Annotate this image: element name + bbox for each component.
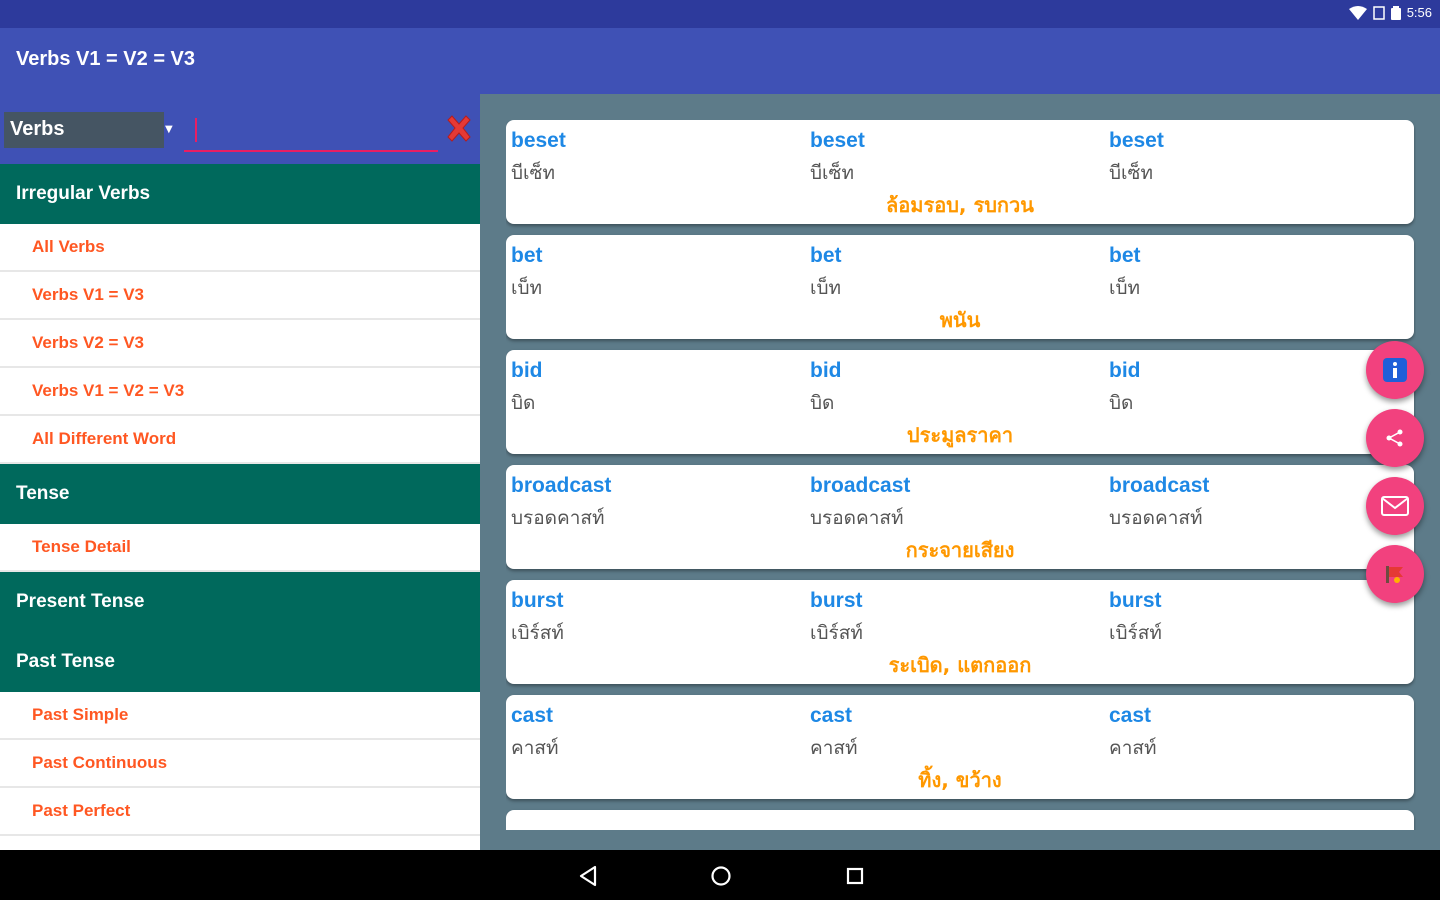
verb-card[interactable]: burst เบิร์สท์ burst เบิร์สท์ burst เบิร์สท… — [506, 580, 1414, 684]
category-select[interactable]: Verbs — [4, 112, 164, 148]
verb-card[interactable]: broadcast บรอดคาสท์ broadcast บรอดคาสท์ br… — [506, 465, 1414, 569]
recents-icon — [846, 867, 864, 885]
share-icon — [1386, 429, 1403, 447]
reading-v2: บิด — [810, 392, 835, 414]
reading-v1: บีเซ็ท — [511, 162, 555, 184]
verb-v3: beset — [1109, 129, 1164, 152]
reading-v1: เบ็ท — [511, 277, 543, 299]
wifi-icon — [1348, 5, 1367, 20]
verb-v1: bid — [511, 359, 543, 382]
reading-v3: บีเซ็ท — [1109, 162, 1153, 184]
mail-button[interactable] — [1366, 477, 1424, 535]
reading-v1: คาสท์ — [511, 737, 559, 759]
reading-v2: บรอดคาสท์ — [810, 507, 904, 529]
verb-v1: broadcast — [511, 474, 612, 497]
reading-v3: เบิร์สท์ — [1109, 622, 1162, 644]
verb-v3: broadcast — [1109, 474, 1210, 497]
reading-v1: เบิร์สท์ — [511, 622, 564, 644]
verb-card[interactable]: bid บิด bid บิด bid บิด ประมูลราคา — [506, 350, 1414, 454]
status-bar: 5:56 — [0, 0, 1440, 28]
status-time: 5:56 — [1406, 5, 1432, 20]
dropdown-arrow-icon[interactable]: ▼ — [165, 124, 173, 135]
back-icon — [579, 865, 597, 887]
menu-item-past-perfect[interactable]: Past Perfect — [0, 788, 480, 836]
reading-v2: เบิร์สท์ — [810, 622, 863, 644]
navigation-drawer: Verbs ▼ Irregular Verbs All Verbs Verbs … — [0, 94, 480, 850]
mail-icon — [1381, 496, 1409, 516]
verb-meaning: พนัน — [939, 308, 981, 332]
verb-list[interactable]: beset บีเซ็ท beset บีเซ็ท beset บีเซ็ท ล้อม… — [506, 120, 1416, 830]
home-icon — [711, 866, 731, 886]
info-icon — [1383, 358, 1407, 382]
reading-v2: เบ็ท — [810, 277, 842, 299]
verb-v3: bet — [1109, 244, 1141, 267]
content-area: Verbs ▼ Irregular Verbs All Verbs Verbs … — [0, 94, 1440, 850]
verb-v1: cast — [511, 704, 554, 727]
verb-v1: bet — [511, 244, 543, 267]
back-button[interactable] — [574, 862, 602, 890]
verb-meaning: ระเบิด, แตกออก — [888, 653, 1032, 677]
clear-search-icon[interactable] — [442, 112, 476, 146]
menu-item-verbs-v1-v2-v3[interactable]: Verbs V1 = V2 = V3 — [0, 368, 480, 416]
menu-item-past-continuous[interactable]: Past Continuous — [0, 740, 480, 788]
battery-icon — [1390, 5, 1401, 20]
reading-v2: บีเซ็ท — [810, 162, 854, 184]
home-button[interactable] — [707, 862, 735, 890]
verb-v2: bet — [810, 244, 842, 267]
verb-meaning: ล้อมรอบ, รบกวน — [886, 193, 1034, 217]
signal-icon — [1372, 5, 1385, 20]
verb-v3: cast — [1109, 704, 1152, 727]
verb-v2: broadcast — [810, 474, 911, 497]
app-bar: Verbs V1 = V2 = V3 — [0, 28, 1440, 94]
reading-v3: คาสท์ — [1109, 737, 1157, 759]
search-row: Verbs ▼ — [0, 94, 480, 164]
section-tense: Tense — [0, 464, 480, 524]
verb-v2: cast — [810, 704, 853, 727]
section-past-tense: Past Tense — [0, 632, 480, 692]
verb-v3: burst — [1109, 589, 1162, 612]
share-button[interactable] — [1366, 409, 1424, 467]
menu-item-verbs-v2-v3[interactable]: Verbs V2 = V3 — [0, 320, 480, 368]
system-nav-bar — [0, 850, 1440, 900]
verb-v1: beset — [511, 129, 566, 152]
text-cursor — [195, 118, 197, 142]
menu-item-tense-detail[interactable]: Tense Detail — [0, 524, 480, 572]
reading-v3: บิด — [1109, 392, 1134, 414]
reading-v2: คาสท์ — [810, 737, 858, 759]
info-button[interactable] — [1366, 341, 1424, 399]
verb-card-partial[interactable] — [506, 810, 1414, 830]
menu-item-past-simple[interactable]: Past Simple — [0, 692, 480, 740]
status-icons: 5:56 — [1348, 5, 1432, 20]
reading-v1: บิด — [511, 392, 536, 414]
verb-v1: burst — [511, 589, 564, 612]
section-irregular-verbs: Irregular Verbs — [0, 164, 480, 224]
rate-icon — [1386, 566, 1403, 583]
verb-card[interactable]: bet เบ็ท bet เบ็ท bet เบ็ท พนัน — [506, 235, 1414, 339]
verb-card[interactable]: beset บีเซ็ท beset บีเซ็ท beset บีเซ็ท ล้อม… — [506, 120, 1414, 224]
verb-card[interactable]: cast คาสท์ cast คาสท์ cast คาสท์ ทิ้ง, ขว้า… — [506, 695, 1414, 799]
menu-item-verbs-v1-v3[interactable]: Verbs V1 = V3 — [0, 272, 480, 320]
page-title: Verbs V1 = V2 = V3 — [16, 48, 196, 70]
reading-v3: เบ็ท — [1109, 277, 1141, 299]
rate-button[interactable] — [1366, 545, 1424, 603]
search-input[interactable] — [184, 112, 438, 152]
reading-v1: บรอดคาสท์ — [511, 507, 605, 529]
verb-meaning: ประมูลราคา — [906, 423, 1014, 447]
menu-item-all-verbs[interactable]: All Verbs — [0, 224, 480, 272]
reading-v3: บรอดคาสท์ — [1109, 507, 1203, 529]
recents-button[interactable] — [841, 862, 869, 890]
verb-v3: bid — [1109, 359, 1141, 382]
verb-v2: burst — [810, 589, 863, 612]
menu-item-all-different-word[interactable]: All Different Word — [0, 416, 480, 464]
verb-v2: bid — [810, 359, 842, 382]
verb-meaning: ทิ้ง, ขว้าง — [918, 768, 1002, 792]
verb-meaning: กระจายเสียง — [905, 538, 1015, 562]
verb-v2: beset — [810, 129, 865, 152]
section-present-tense[interactable]: Present Tense — [0, 572, 480, 632]
